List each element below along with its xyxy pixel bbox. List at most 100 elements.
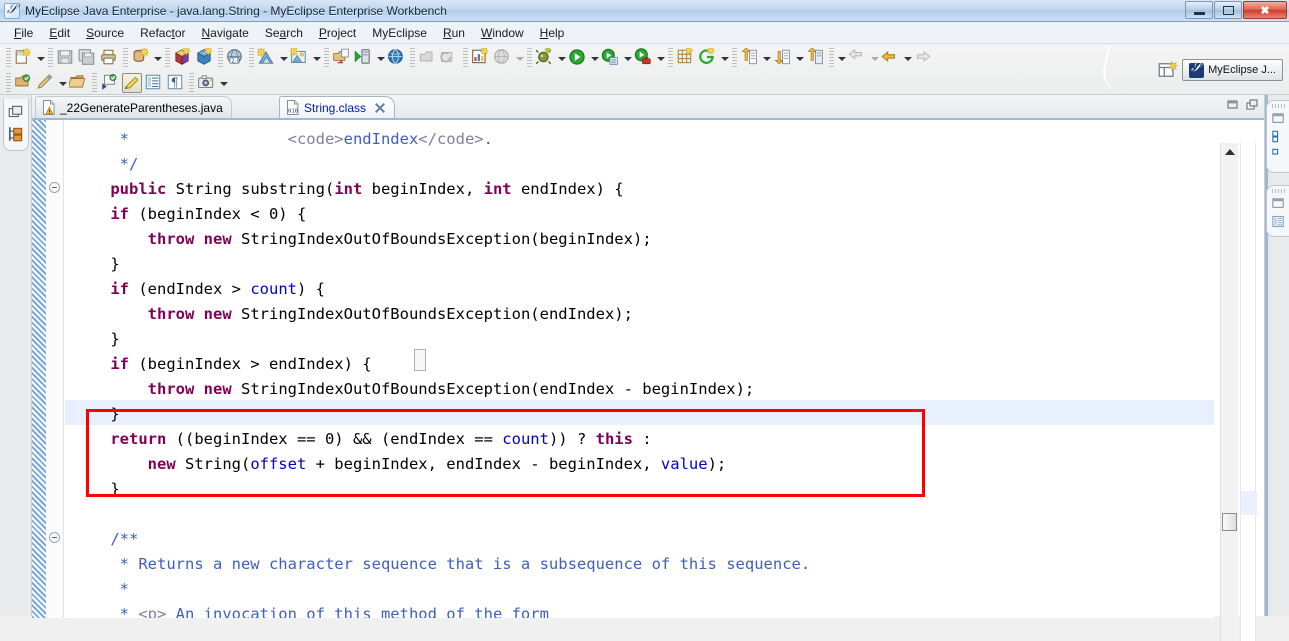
properties-view-icon[interactable] bbox=[1271, 214, 1286, 229]
menu-item-window[interactable]: Window bbox=[473, 24, 532, 42]
edit-icon[interactable] bbox=[36, 73, 56, 93]
save-icon[interactable] bbox=[56, 48, 76, 68]
menu-item-project[interactable]: Project bbox=[311, 24, 364, 42]
run-icon[interactable] bbox=[568, 48, 588, 68]
run-configurations-icon[interactable] bbox=[601, 48, 621, 68]
edit-dropdown-arrow[interactable] bbox=[57, 73, 68, 93]
menu-item-edit[interactable]: Edit bbox=[41, 24, 78, 42]
last-edit-location-icon[interactable] bbox=[806, 47, 826, 68]
forward-dropdown-arrow[interactable] bbox=[902, 48, 913, 68]
menu-item-help[interactable]: Help bbox=[532, 24, 573, 42]
back-dropdown-arrow[interactable] bbox=[869, 48, 880, 68]
snapshot-dropdown-arrow[interactable] bbox=[218, 73, 229, 93]
toolbar-grip[interactable] bbox=[732, 47, 737, 68]
editor-tab-0[interactable]: _22GenerateParentheses.java bbox=[35, 96, 232, 118]
toolbar-grip[interactable] bbox=[410, 47, 415, 68]
open-project-icon[interactable] bbox=[14, 73, 34, 93]
run-external-tools-icon[interactable] bbox=[634, 47, 654, 68]
close-button[interactable]: ✖ bbox=[1243, 1, 1287, 19]
new-report-icon[interactable] bbox=[471, 47, 491, 68]
fold-marker[interactable] bbox=[49, 532, 60, 543]
restore-view-icon[interactable] bbox=[7, 103, 25, 121]
pilcrow-icon[interactable]: ¶ bbox=[166, 73, 186, 93]
menu-item-navigate[interactable]: Navigate bbox=[193, 24, 256, 42]
prev-dropdown-arrow[interactable] bbox=[761, 48, 772, 68]
new-java-class-icon[interactable] bbox=[676, 47, 696, 68]
generic-dropdown-arrow[interactable] bbox=[719, 48, 730, 68]
new-wizard-icon[interactable] bbox=[14, 47, 34, 68]
minimize-view-icon[interactable] bbox=[1271, 196, 1286, 211]
run-server-icon[interactable] bbox=[354, 48, 374, 68]
menu-item-source[interactable]: Source bbox=[78, 24, 132, 42]
toggle-markup-icon[interactable] bbox=[122, 72, 142, 93]
toolbar-grip[interactable] bbox=[6, 47, 11, 68]
menu-item-file[interactable]: File bbox=[6, 24, 41, 42]
runcfg-dropdown-arrow[interactable] bbox=[622, 48, 633, 68]
toolbar-grip[interactable] bbox=[6, 72, 11, 93]
toolbar-grip[interactable] bbox=[668, 47, 673, 68]
code-pane[interactable]: * <code>endIndex</code>. */ public Strin… bbox=[65, 120, 1214, 618]
refresh-disabled-icon[interactable] bbox=[440, 48, 460, 68]
minimize-editor-icon[interactable] bbox=[1227, 99, 1239, 111]
menu-item-refactor[interactable]: Refactor bbox=[132, 24, 193, 42]
overview-ruler[interactable] bbox=[1240, 143, 1257, 641]
scroll-up-arrow-icon[interactable] bbox=[1225, 149, 1235, 155]
package-explorer-icon[interactable] bbox=[7, 125, 25, 143]
new-ejb-project-icon[interactable] bbox=[173, 47, 193, 68]
back-disabled-icon[interactable] bbox=[848, 48, 868, 68]
perspective-button-myeclipse[interactable]: MyEclipse J... bbox=[1182, 59, 1283, 81]
outline-view-icon[interactable] bbox=[1271, 129, 1286, 144]
fold-marker[interactable] bbox=[49, 182, 60, 193]
last-dropdown-arrow[interactable] bbox=[836, 48, 847, 68]
close-icon[interactable] bbox=[374, 102, 386, 114]
open-folder-icon[interactable] bbox=[69, 73, 89, 93]
maximize-button[interactable] bbox=[1214, 1, 1242, 19]
toolbar-grip[interactable] bbox=[123, 47, 128, 68]
web-20-icon[interactable]: 2.0 bbox=[226, 48, 246, 68]
debug-icon[interactable] bbox=[535, 47, 555, 68]
maximize-editor-icon[interactable] bbox=[1246, 99, 1258, 111]
jsp-dropdown-arrow[interactable] bbox=[278, 48, 289, 68]
vertical-scrollbar[interactable] bbox=[1220, 143, 1238, 641]
toolbar-grip[interactable] bbox=[218, 47, 223, 68]
save-all-icon[interactable] bbox=[78, 48, 98, 68]
minimize-view-icon[interactable] bbox=[1271, 111, 1286, 126]
next-annotation-icon[interactable] bbox=[773, 48, 793, 68]
html-dropdown-arrow[interactable] bbox=[311, 48, 322, 68]
forward2-disabled-icon[interactable] bbox=[914, 48, 934, 68]
source-code[interactable]: * <code>endIndex</code>. */ public Strin… bbox=[73, 127, 810, 618]
print-icon[interactable] bbox=[100, 48, 120, 68]
menu-item-myeclipse[interactable]: MyEclipse bbox=[364, 24, 435, 42]
ext-dropdown-arrow[interactable] bbox=[655, 48, 666, 68]
menu-item-run[interactable]: Run bbox=[435, 24, 473, 42]
minimize-button[interactable] bbox=[1185, 1, 1213, 19]
toolbar-grip[interactable] bbox=[165, 47, 170, 68]
server-dropdown-arrow[interactable] bbox=[375, 48, 386, 68]
show-outline-icon[interactable] bbox=[144, 73, 164, 93]
open-type-icon[interactable] bbox=[100, 73, 120, 93]
toolbar-grip[interactable] bbox=[189, 72, 194, 93]
toolbar-grip[interactable] bbox=[527, 47, 532, 68]
open-perspective-icon[interactable] bbox=[1158, 60, 1178, 80]
export-disabled-icon[interactable] bbox=[418, 48, 438, 68]
web-services-disabled-icon[interactable] bbox=[493, 48, 513, 68]
run-dropdown-arrow[interactable] bbox=[589, 48, 600, 68]
new-generic-icon[interactable] bbox=[698, 47, 718, 68]
open-browser-icon[interactable] bbox=[387, 48, 407, 68]
new-jsp-wizard-icon[interactable] bbox=[257, 47, 277, 68]
forward-icon[interactable] bbox=[881, 48, 901, 68]
next-dropdown-arrow[interactable] bbox=[794, 48, 805, 68]
ws-dropdown-arrow[interactable] bbox=[514, 48, 525, 68]
menu-item-search[interactable]: Search bbox=[257, 24, 311, 42]
new-html-wizard-icon[interactable] bbox=[290, 47, 310, 68]
dock-grip[interactable] bbox=[1271, 189, 1285, 193]
toolbar-grip[interactable] bbox=[249, 47, 254, 68]
previous-annotation-icon[interactable] bbox=[740, 47, 760, 68]
task-list-icon[interactable] bbox=[1271, 147, 1286, 162]
dock-grip[interactable] bbox=[1271, 104, 1285, 108]
editor-tab-1[interactable]: 010 String.class bbox=[279, 96, 396, 118]
toolbar-grip[interactable] bbox=[324, 47, 329, 68]
annotation-ruler[interactable] bbox=[32, 120, 46, 618]
import-icon[interactable] bbox=[332, 48, 352, 68]
new-web-project-icon[interactable] bbox=[195, 47, 215, 68]
